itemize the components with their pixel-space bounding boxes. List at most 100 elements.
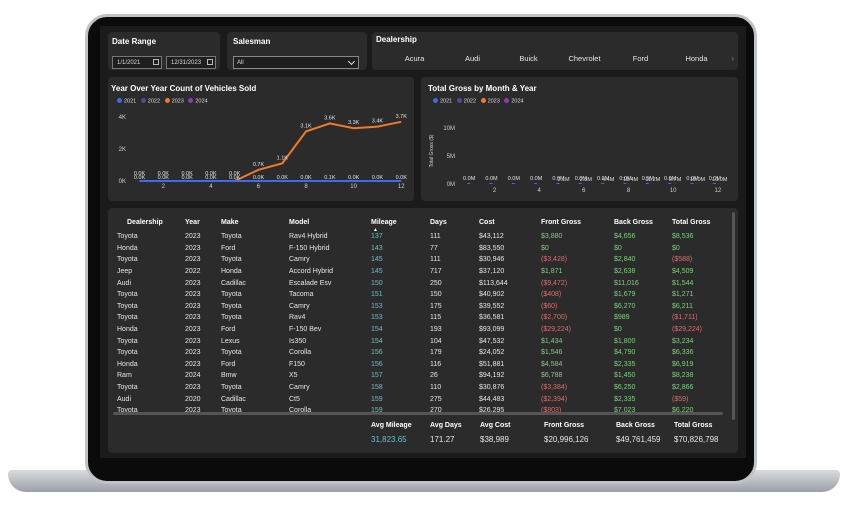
salesman-value: All — [237, 60, 244, 66]
table-row[interactable]: Toyota 2023 Toyota Rav4 153 115 $36,581 ($2,700… — [113, 312, 730, 324]
column-header[interactable]: Back Gross — [614, 213, 672, 231]
table-row[interactable]: Honda 2023 Ford F-150 Bev 154 193 $93,099 ($29,… — [113, 324, 730, 336]
table-cell: Toyota — [221, 291, 242, 299]
chevron-down-icon — [347, 57, 356, 66]
dealership-item-chevrolet[interactable]: Chevrolet — [558, 54, 611, 63]
table-cell: $0 — [614, 244, 622, 252]
table-cell: 193 — [430, 326, 442, 334]
table-cell: Toyota — [117, 302, 138, 310]
bar-2021 — [601, 183, 605, 184]
table-cell: ($60) — [541, 302, 558, 310]
salesman-select[interactable]: All — [233, 56, 359, 69]
table-cell: Ford — [221, 326, 236, 334]
table-cell: 2024 — [185, 372, 201, 380]
table-cell: $6,788 — [541, 372, 563, 380]
column-header[interactable]: Cost — [479, 213, 541, 231]
bar-2021 — [690, 183, 694, 184]
column-header[interactable]: Days — [430, 213, 479, 231]
table-cell: Escalade Esv — [289, 279, 332, 287]
dealership-item-ford[interactable]: Ford — [614, 54, 667, 63]
table-cell: ($1,711) — [672, 314, 698, 322]
table-cell: $1,800 — [614, 337, 636, 345]
end-date-input[interactable]: 12/31/2023 — [166, 56, 216, 69]
x-tick-label: 4 — [537, 188, 541, 194]
column-header-sorted[interactable]: Mileage ▲ — [371, 213, 430, 234]
table-row[interactable]: Toyota 2023 Toyota Camry 158 110 $30,876 ($3,38… — [113, 382, 730, 394]
table-cell: 150 — [371, 279, 383, 287]
column-header[interactable]: Dealership — [113, 213, 185, 231]
data-label: 0.0K — [348, 175, 360, 181]
dealership-item-honda[interactable]: Honda — [670, 54, 723, 63]
table-row[interactable]: Toyota 2023 Toyota Rav4 Hybrid 137 111 $43,112… — [113, 231, 730, 243]
table-cell: 137 — [371, 233, 383, 241]
table-cell: $8,238 — [672, 372, 694, 380]
table-cell: $1,546 — [541, 349, 563, 357]
end-date-value: 12/31/2023 — [171, 60, 202, 66]
table-row[interactable]: Toyota 2023 Toyota Camry 153 175 $39,552 ($60) $… — [113, 301, 730, 313]
table-cell: $1,679 — [614, 291, 636, 299]
x-tick-label: 8 — [304, 184, 308, 190]
table-cell: $24,052 — [479, 349, 505, 357]
calendar-icon[interactable] — [207, 59, 213, 65]
bar-2021 — [668, 183, 672, 184]
table-row[interactable]: Honda 2023 Ford F150 156 116 $51,881 $4,584 $2,3… — [113, 359, 730, 371]
table-cell: ($29,224) — [541, 326, 571, 334]
dealership-item-acura[interactable]: Acura — [388, 54, 441, 63]
table-row[interactable]: Audi 2023 Cadillac Escalade Esv 150 250 $113,6… — [113, 277, 730, 289]
horizontal-scrollbar[interactable] — [113, 412, 723, 415]
vertical-scrollbar[interactable] — [732, 212, 735, 420]
table-cell: 145 — [371, 268, 383, 276]
table-row[interactable]: Honda 2023 Ford F-150 Hybrid 143 77 $83,550 $0 $… — [113, 243, 730, 255]
table-cell: 2023 — [185, 302, 201, 310]
table-cell: $11,016 — [614, 279, 639, 287]
bar-2021 — [645, 183, 649, 184]
dealership-item-audi[interactable]: Audi — [446, 54, 499, 63]
table-cell: 110 — [430, 384, 442, 392]
table-cell: Toyota — [221, 384, 242, 392]
y-axis-label: Total Gross ($) — [429, 134, 435, 167]
data-label: 0.0K — [181, 175, 193, 181]
table-cell: Ram — [117, 372, 132, 380]
table-row[interactable]: Toyota 2023 Lexus Is350 154 104 $47,532 $1,434 $… — [113, 335, 730, 347]
dealership-item-buick[interactable]: Buick — [502, 54, 555, 63]
table-cell: Toyota — [221, 256, 242, 264]
avg-mileage-label: Avg Mileage — [371, 422, 412, 429]
table-cell: $30,946 — [479, 256, 505, 264]
table-row[interactable]: Jeep 2022 Honda Accord Hybrid 145 717 $37,120 $… — [113, 266, 730, 278]
y-tick-label: 4K — [119, 115, 126, 121]
table-row[interactable]: Toyota 2023 Toyota Corolla 156 179 $24,052 $1,5… — [113, 347, 730, 359]
column-header[interactable]: Make — [221, 213, 289, 231]
data-label: 10.0M — [690, 177, 706, 183]
data-label: 0.0K — [158, 175, 170, 181]
avg-mileage-value: 31,823.65 — [371, 435, 407, 444]
data-label: 3.4K — [372, 119, 384, 125]
column-header[interactable]: Total Gross — [672, 213, 730, 231]
table-cell: Camry — [289, 384, 310, 392]
table-cell: $0 — [614, 326, 622, 334]
column-header[interactable]: Model — [289, 213, 371, 231]
table-cell: $3,234 — [672, 337, 694, 345]
table-row[interactable]: Ram 2024 Bmw X5 157 26 $94,192 $6,788 $1,450 $8,2… — [113, 370, 730, 382]
table-cell: Toyota — [221, 302, 242, 310]
data-label: 0.0K — [277, 175, 289, 181]
calendar-icon[interactable] — [153, 59, 159, 65]
column-header[interactable]: Front Gross — [541, 213, 614, 231]
table-cell: Accord Hybrid — [289, 268, 333, 276]
table-row[interactable]: Toyota 2023 Toyota Camry 145 111 $30,946 ($3,42… — [113, 254, 730, 266]
x-tick-label: 4 — [209, 184, 213, 190]
table-row[interactable]: Audi 2020 Cadillac Ct5 159 275 $44,483 ($2,394)… — [113, 393, 730, 405]
table-cell: 2023 — [185, 349, 201, 357]
totals-row: Avg Mileage 31,823.65 Avg Days 171.27 Av… — [108, 422, 734, 450]
table-cell: Toyota — [221, 233, 242, 241]
bar-chart-svg: Total Gross ($) 10M 5M 0M 2 4 6 8 10 12 0.0M 0.0M 0.… — [429, 126, 728, 194]
table-cell: ($29,224) — [672, 326, 702, 334]
column-header[interactable]: Year — [185, 213, 221, 231]
data-label: 2.3M — [580, 177, 593, 183]
table-row[interactable]: Toyota 2023 Toyota Tacoma 151 150 $40,902 ($408… — [113, 289, 730, 301]
series-line-2023 — [139, 120, 402, 182]
table-cell: $30,876 — [479, 384, 505, 392]
table-cell: $113,644 — [479, 279, 508, 287]
start-date-input[interactable]: 1/1/2021 — [112, 56, 162, 69]
table-cell: Honda — [221, 268, 242, 276]
chevron-right-icon[interactable]: › — [731, 54, 734, 63]
